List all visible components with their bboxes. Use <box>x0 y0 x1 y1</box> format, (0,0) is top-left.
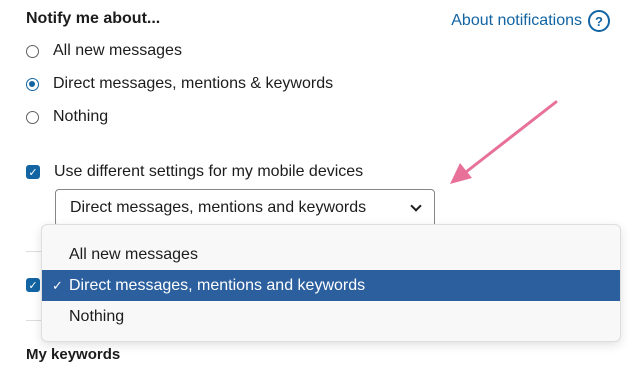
annotation-arrow-icon <box>450 100 558 184</box>
